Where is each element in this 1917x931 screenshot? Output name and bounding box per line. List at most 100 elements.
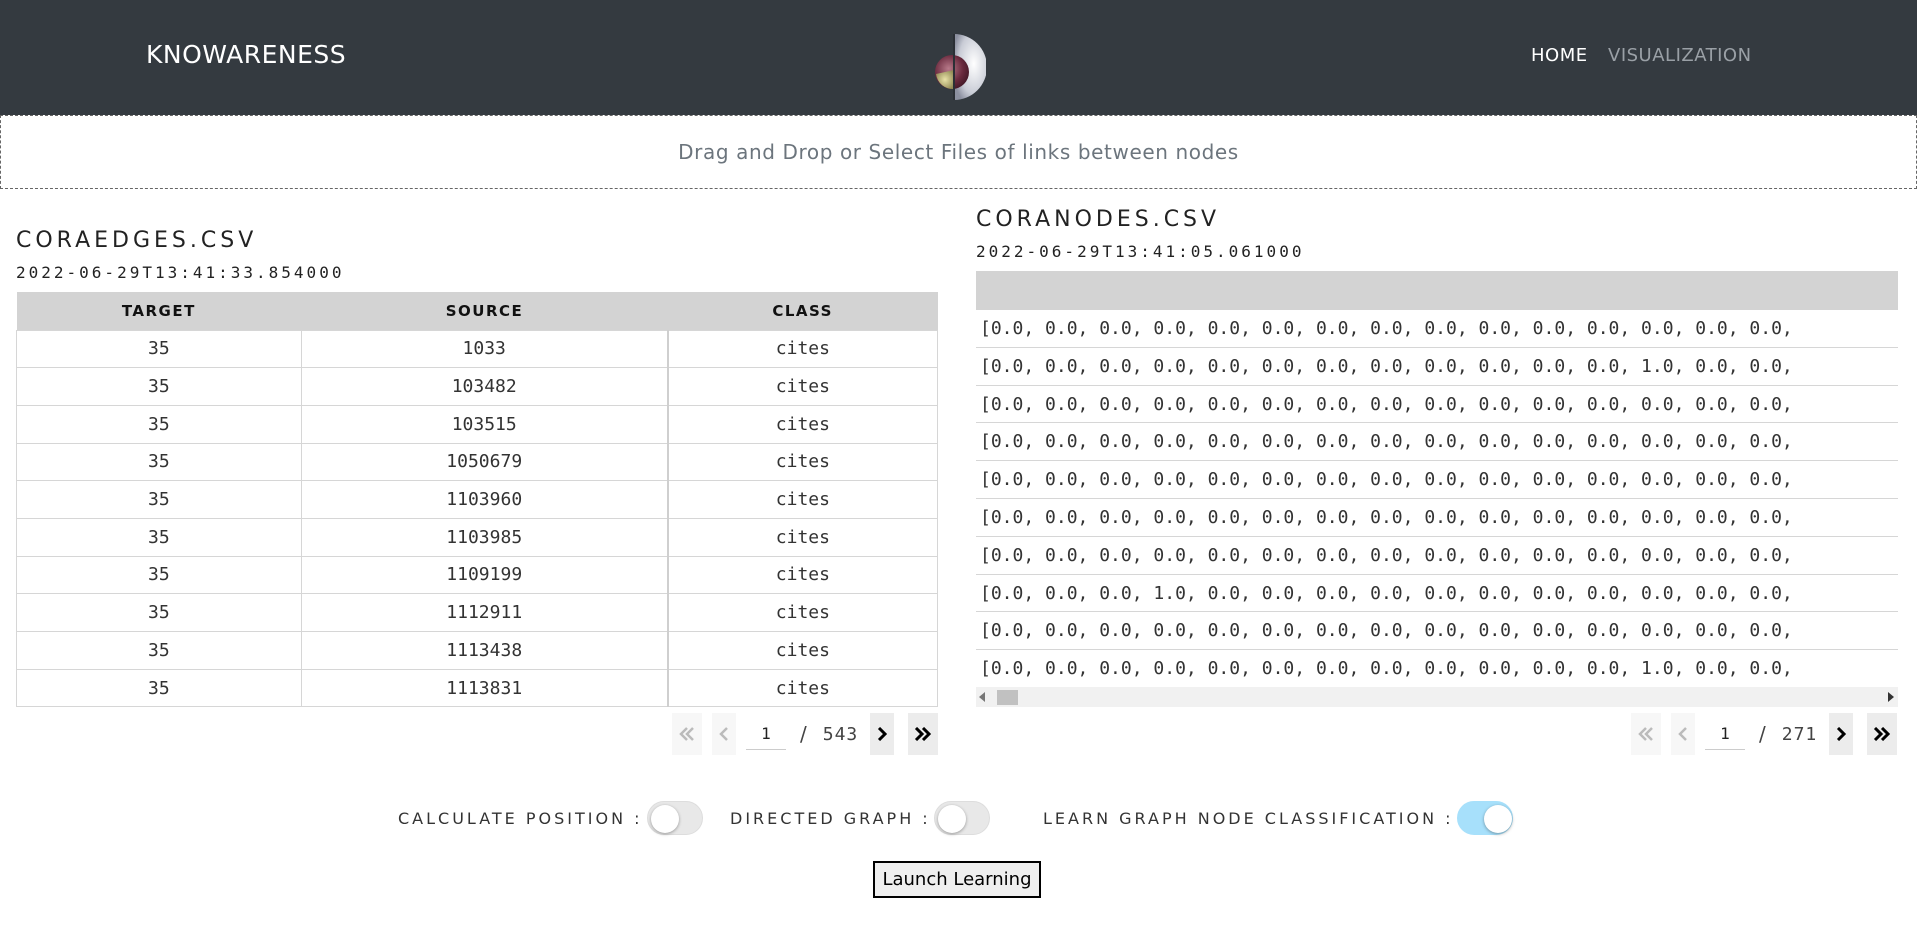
table-row[interactable]: [0.0, 0.0, 0.0, 0.0, 0.0, 0.0, 0.0, 0.0,… (976, 499, 1898, 537)
target-cell: 35 (16, 668, 302, 708)
nodes-file-date: 2022-06-29T13:41:05.061000 (976, 242, 1305, 261)
double-chevron-right-icon (915, 727, 932, 741)
column-header-target[interactable]: TARGET (16, 292, 302, 330)
source-cell: 1103960 (300, 480, 669, 519)
double-chevron-left-icon (1638, 727, 1653, 741)
page-separator: / (1759, 722, 1766, 746)
nodes-file-title: CORANODES.CSV (976, 207, 1221, 232)
launch-learning-button[interactable]: Launch Learning (873, 861, 1041, 898)
nodes-pagination: / 271 (1631, 713, 1907, 755)
first-page-button[interactable] (1631, 713, 1661, 755)
table-row[interactable]: [0.0, 0.0, 0.0, 0.0, 0.0, 0.0, 0.0, 0.0,… (976, 612, 1898, 651)
table-row[interactable]: [0.0, 0.0, 0.0, 0.0, 0.0, 0.0, 0.0, 0.0,… (976, 423, 1898, 462)
table-row[interactable]: [0.0, 0.0, 0.0, 0.0, 0.0, 0.0, 0.0, 0.0,… (976, 537, 1898, 575)
nodes-table: [0.0, 0.0, 0.0, 0.0, 0.0, 0.0, 0.0, 0.0,… (976, 271, 1898, 707)
target-cell: 35 (16, 517, 302, 557)
table-row[interactable]: 35 1050679 cites (16, 442, 938, 482)
source-cell: 1109199 (300, 555, 669, 595)
table-row[interactable]: 35 1103960 cites (16, 480, 938, 519)
page-number-input[interactable] (1705, 718, 1745, 750)
source-cell: 103482 (300, 367, 669, 406)
navbar: KNOWARENESS HOME VISUALIZATION (0, 0, 1917, 115)
table-row[interactable]: [0.0, 0.0, 0.0, 0.0, 0.0, 0.0, 0.0, 0.0,… (976, 348, 1898, 386)
target-cell: 35 (16, 442, 302, 482)
target-cell: 35 (16, 480, 302, 519)
edges-file-date: 2022-06-29T13:41:33.854000 (16, 263, 345, 282)
calculate-position-label: CALCULATE POSITION : (398, 809, 643, 828)
page-total: 271 (1781, 723, 1818, 745)
nav-home-link[interactable]: HOME (1531, 45, 1588, 66)
directed-graph-label: DIRECTED GRAPH : (730, 809, 931, 828)
class-cell: cites (667, 555, 938, 595)
table-row[interactable]: [0.0, 0.0, 0.0, 0.0, 0.0, 0.0, 0.0, 0.0,… (976, 310, 1898, 348)
target-cell: 35 (16, 329, 302, 369)
brand-name[interactable]: KNOWARENESS (146, 40, 346, 69)
horizontal-scrollbar[interactable] (976, 687, 1898, 707)
class-cell: cites (667, 442, 938, 482)
table-row[interactable]: 35 1113831 cites (16, 668, 938, 708)
next-page-button[interactable] (870, 713, 895, 755)
prev-page-button[interactable] (1671, 713, 1695, 755)
file-dropzone[interactable]: Drag and Drop or Select Files of links b… (0, 115, 1917, 189)
chevron-left-icon (1678, 727, 1687, 741)
learn-classification-toggle[interactable] (1457, 801, 1513, 835)
table-row[interactable]: [0.0, 0.0, 0.0, 0.0, 0.0, 0.0, 0.0, 0.0,… (976, 461, 1898, 499)
edges-file-title: CORAEDGES.CSV (16, 228, 258, 253)
class-cell: cites (667, 668, 938, 708)
table-row[interactable]: 35 1109199 cites (16, 555, 938, 595)
page-total: 543 (822, 723, 859, 745)
toggle-knob (651, 805, 679, 833)
table-row[interactable]: [0.0, 0.0, 0.0, 1.0, 0.0, 0.0, 0.0, 0.0,… (976, 575, 1898, 613)
calculate-position-toggle[interactable] (647, 801, 703, 835)
class-cell: cites (667, 404, 938, 444)
logo-icon (935, 34, 986, 100)
class-cell: cites (667, 480, 938, 519)
column-header-class[interactable]: CLASS (667, 292, 938, 330)
source-cell: 1103985 (300, 517, 669, 557)
table-row[interactable]: 35 1112911 cites (16, 593, 938, 632)
learn-classification-label: LEARN GRAPH NODE CLASSIFICATION : (1043, 809, 1454, 828)
scroll-left-icon[interactable] (979, 692, 985, 702)
source-cell: 103515 (300, 404, 669, 444)
first-page-button[interactable] (672, 713, 702, 755)
toggle-knob (1484, 805, 1512, 833)
source-cell: 1113438 (300, 631, 669, 670)
table-row[interactable]: [0.0, 0.0, 0.0, 0.0, 0.0, 0.0, 0.0, 0.0,… (976, 386, 1898, 424)
source-cell: 1050679 (300, 442, 669, 482)
double-chevron-right-icon (1874, 727, 1891, 741)
page-separator: / (800, 722, 807, 746)
dropzone-text: Drag and Drop or Select Files of links b… (678, 140, 1239, 164)
table-row[interactable]: 35 1103985 cites (16, 517, 938, 557)
nav-visualization-link[interactable]: VISUALIZATION (1608, 45, 1752, 66)
nodes-table-header (976, 271, 1898, 310)
target-cell: 35 (16, 631, 302, 670)
edges-table: TARGET SOURCE CLASS 35 1033 cites 35 103482 c… (16, 292, 938, 708)
chevron-right-icon (878, 727, 888, 741)
class-cell: cites (667, 329, 938, 369)
table-row[interactable]: 35 1113438 cites (16, 631, 938, 670)
prev-page-button[interactable] (712, 713, 736, 755)
last-page-button[interactable] (1867, 713, 1898, 755)
table-row[interactable]: 35 103482 cites (16, 367, 938, 406)
table-row[interactable]: 35 1033 cites (16, 329, 938, 369)
scroll-right-icon[interactable] (1888, 692, 1894, 702)
target-cell: 35 (16, 593, 302, 632)
class-cell: cites (667, 517, 938, 557)
edges-table-header: TARGET SOURCE CLASS (16, 292, 938, 330)
chevron-right-icon (1837, 727, 1847, 741)
scrollbar-thumb[interactable] (997, 690, 1018, 705)
target-cell: 35 (16, 367, 302, 406)
last-page-button[interactable] (908, 713, 939, 755)
next-page-button[interactable] (1829, 713, 1854, 755)
column-header-source[interactable]: SOURCE (301, 292, 668, 330)
class-cell: cites (667, 631, 938, 670)
table-row[interactable]: [0.0, 0.0, 0.0, 0.0, 0.0, 0.0, 0.0, 0.0,… (976, 650, 1898, 688)
toggle-knob (938, 805, 966, 833)
directed-graph-toggle[interactable] (934, 801, 990, 835)
double-chevron-left-icon (679, 727, 694, 741)
page-number-input[interactable] (746, 718, 786, 750)
source-cell: 1033 (300, 329, 669, 369)
table-row[interactable]: 35 103515 cites (16, 404, 938, 444)
class-cell: cites (667, 593, 938, 632)
source-cell: 1112911 (300, 593, 669, 632)
